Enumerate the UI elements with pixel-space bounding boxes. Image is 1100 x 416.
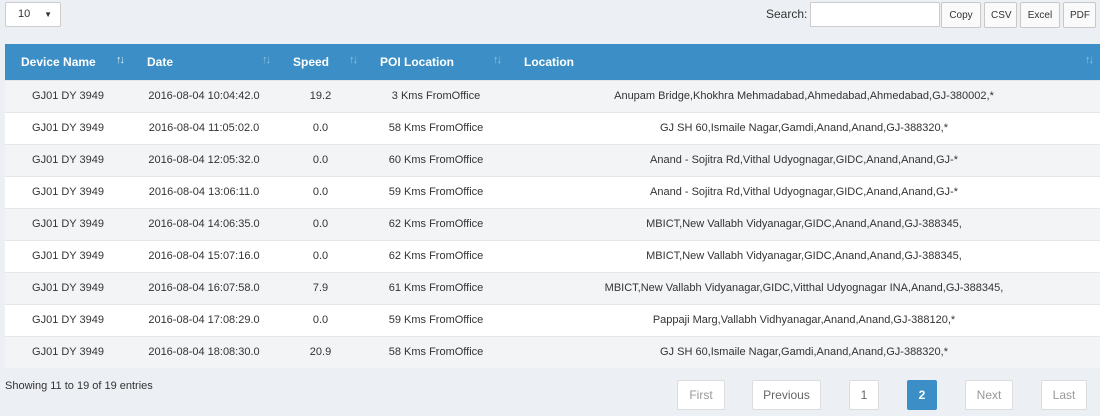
excel-button[interactable]: Excel: [1020, 2, 1060, 28]
sort-icon: ↑↓: [262, 54, 271, 66]
column-header-poi-location[interactable]: POI Location ↑↓: [364, 44, 508, 80]
cell-speed: 20.9: [277, 335, 364, 368]
sort-icon: ↑↓: [493, 54, 502, 66]
cell-date: 2016-08-04 14:06:35.0: [131, 207, 277, 240]
cell-speed: 0.0: [277, 239, 364, 272]
table-row: GJ01 DY 3949 2016-08-04 14:06:35.0 0.0 6…: [5, 207, 1100, 240]
sort-icon: ↑↓: [1085, 54, 1094, 66]
cell-device-name: GJ01 DY 3949: [5, 335, 131, 368]
cell-poi-location: 58 Kms FromOffice: [364, 111, 508, 144]
cell-device-name: GJ01 DY 3949: [5, 207, 131, 240]
sort-icon: ↑↓: [349, 54, 358, 66]
table-info: Showing 11 to 19 of 19 entries: [5, 380, 153, 392]
column-header-speed[interactable]: Speed ↑↓: [277, 44, 364, 80]
column-header-date[interactable]: Date ↑↓: [131, 44, 277, 80]
cell-date: 2016-08-04 16:07:58.0: [131, 271, 277, 304]
column-header-location[interactable]: Location ↑↓: [508, 44, 1100, 80]
table-row: GJ01 DY 3949 2016-08-04 15:07:16.0 0.0 6…: [5, 239, 1100, 272]
table-row: GJ01 DY 3949 2016-08-04 17:08:29.0 0.0 5…: [5, 303, 1100, 336]
cell-location: Anand - Sojitra Rd,Vithal Udyognagar,GID…: [508, 175, 1100, 208]
cell-date: 2016-08-04 13:06:11.0: [131, 175, 277, 208]
cell-location: MBICT,New Vallabh Vidyanagar,GIDC,Vittha…: [508, 271, 1100, 304]
column-header-label: Speed: [293, 54, 330, 69]
pagination-first-button[interactable]: First: [677, 380, 725, 410]
cell-date: 2016-08-04 17:08:29.0: [131, 303, 277, 336]
data-table: Device Name ↑↓ Date ↑↓ Speed ↑↓ POI Loca…: [5, 44, 1100, 368]
cell-poi-location: 3 Kms FromOffice: [364, 79, 508, 112]
cell-device-name: GJ01 DY 3949: [5, 111, 131, 144]
cell-location: GJ SH 60,Ismaile Nagar,Gamdi,Anand,Anand…: [508, 335, 1100, 368]
search-input[interactable]: [810, 2, 940, 27]
table-row: GJ01 DY 3949 2016-08-04 12:05:32.0 0.0 6…: [5, 143, 1100, 176]
page-length-select[interactable]: 10 ▼: [5, 2, 61, 27]
sort-ascending-icon: ↑↓: [116, 54, 125, 66]
table-row: GJ01 DY 3949 2016-08-04 16:07:58.0 7.9 6…: [5, 271, 1100, 304]
pagination-page-2-button[interactable]: 2: [907, 380, 937, 410]
cell-poi-location: 60 Kms FromOffice: [364, 143, 508, 176]
cell-device-name: GJ01 DY 3949: [5, 79, 131, 112]
table-row: GJ01 DY 3949 2016-08-04 10:04:42.0 19.2 …: [5, 79, 1100, 112]
pagination-previous-button[interactable]: Previous: [752, 380, 821, 410]
table-header-row: Device Name ↑↓ Date ↑↓ Speed ↑↓ POI Loca…: [5, 44, 1100, 80]
cell-date: 2016-08-04 12:05:32.0: [131, 143, 277, 176]
cell-speed: 7.9: [277, 271, 364, 304]
table-row: GJ01 DY 3949 2016-08-04 11:05:02.0 0.0 5…: [5, 111, 1100, 144]
table-row: GJ01 DY 3949 2016-08-04 13:06:11.0 0.0 5…: [5, 175, 1100, 208]
copy-button[interactable]: Copy: [941, 2, 981, 28]
cell-date: 2016-08-04 18:08:30.0: [131, 335, 277, 368]
cell-poi-location: 62 Kms FromOffice: [364, 239, 508, 272]
cell-speed: 0.0: [277, 303, 364, 336]
cell-date: 2016-08-04 15:07:16.0: [131, 239, 277, 272]
column-header-label: Device Name: [21, 54, 96, 69]
search-label: Search:: [766, 7, 808, 21]
cell-speed: 19.2: [277, 79, 364, 112]
cell-device-name: GJ01 DY 3949: [5, 239, 131, 272]
pdf-button[interactable]: PDF: [1063, 2, 1096, 28]
cell-location: GJ SH 60,Ismaile Nagar,Gamdi,Anand,Anand…: [508, 111, 1100, 144]
cell-location: MBICT,New Vallabh Vidyanagar,GIDC,Anand,…: [508, 239, 1100, 272]
cell-poi-location: 58 Kms FromOffice: [364, 335, 508, 368]
column-header-label: Date: [147, 54, 174, 69]
cell-date: 2016-08-04 10:04:42.0: [131, 79, 277, 112]
page-length-value: 10: [18, 8, 31, 20]
pagination-last-button[interactable]: Last: [1041, 380, 1087, 410]
cell-device-name: GJ01 DY 3949: [5, 143, 131, 176]
cell-date: 2016-08-04 11:05:02.0: [131, 111, 277, 144]
cell-location: Anand - Sojitra Rd,Vithal Udyognagar,GID…: [508, 143, 1100, 176]
cell-speed: 0.0: [277, 207, 364, 240]
column-header-label: POI Location: [380, 54, 455, 69]
cell-poi-location: 59 Kms FromOffice: [364, 303, 508, 336]
cell-device-name: GJ01 DY 3949: [5, 271, 131, 304]
cell-poi-location: 62 Kms FromOffice: [364, 207, 508, 240]
cell-device-name: GJ01 DY 3949: [5, 175, 131, 208]
cell-speed: 0.0: [277, 111, 364, 144]
column-header-device-name[interactable]: Device Name ↑↓: [5, 44, 131, 80]
cell-location: Pappaji Marg,Vallabh Vidhyanagar,Anand,A…: [508, 303, 1100, 336]
table-row: GJ01 DY 3949 2016-08-04 18:08:30.0 20.9 …: [5, 335, 1100, 368]
pagination-next-button[interactable]: Next: [965, 380, 1013, 410]
csv-button[interactable]: CSV: [984, 2, 1017, 28]
cell-location: Anupam Bridge,Khokhra Mehmadabad,Ahmedab…: [508, 79, 1100, 112]
column-header-label: Location: [524, 54, 574, 69]
cell-poi-location: 59 Kms FromOffice: [364, 175, 508, 208]
chevron-down-icon: ▼: [44, 10, 52, 19]
cell-device-name: GJ01 DY 3949: [5, 303, 131, 336]
cell-poi-location: 61 Kms FromOffice: [364, 271, 508, 304]
pagination-page-1-button[interactable]: 1: [849, 380, 879, 410]
cell-location: MBICT,New Vallabh Vidyanagar,GIDC,Anand,…: [508, 207, 1100, 240]
cell-speed: 0.0: [277, 175, 364, 208]
cell-speed: 0.0: [277, 143, 364, 176]
